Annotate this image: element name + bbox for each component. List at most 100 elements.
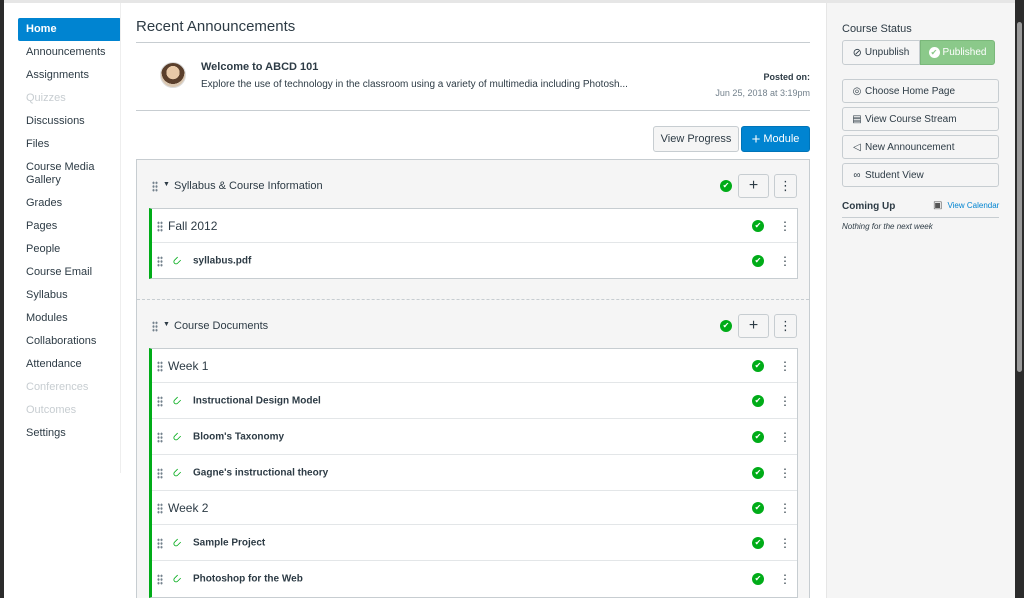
announcement-item[interactable]: Welcome to ABCD 101 Explore the use of t… [136,43,810,111]
scrollbar-thumb[interactable] [1017,22,1022,372]
add-item-button[interactable]: + [738,314,769,338]
add-item-button[interactable]: + [738,174,769,198]
module-item: ⊂ Gagne's instructional theory ✔ ⋮ [152,455,797,491]
module-header[interactable]: ▼ Course Documents ✔ + ⋮ [137,300,809,348]
module-syllabus-course-information: ▼ Syllabus & Course Information ✔ + ⋮ Fa… [137,160,809,279]
posted-on-label: Posted on: [763,72,811,82]
module-name[interactable]: Syllabus & Course Information [174,180,323,192]
nav-item-grades[interactable]: Grades [18,192,121,215]
view-progress-button[interactable]: View Progress [653,126,739,152]
item-menu-icon[interactable]: ⋮ [779,501,791,515]
new-announcement-label: New Announcement [865,141,955,153]
new-announcement-button[interactable]: ◁ New Announcement [842,135,999,159]
stream-icon: ▤ [852,113,862,125]
modules-list: ▼ Syllabus & Course Information ✔ + ⋮ Fa… [136,159,810,598]
subheader-label: Week 2 [168,500,209,515]
subheader-label: Week 1 [168,358,209,373]
drag-handle-icon[interactable] [157,395,163,407]
collapse-caret-icon[interactable]: ▼ [163,321,170,328]
item-link[interactable]: Bloom's Taxonomy [193,431,284,442]
nav-item-home[interactable]: Home [18,18,121,41]
nav-item-files[interactable]: Files [18,133,121,156]
module-settings-button[interactable]: ⋮ [774,174,797,198]
published-check-icon[interactable]: ✔ [752,430,764,443]
view-course-stream-button[interactable]: ▤ View Course Stream [842,107,999,131]
drag-handle-icon[interactable] [157,431,163,443]
item-menu-icon[interactable]: ⋮ [779,254,791,268]
module-settings-button[interactable]: ⋮ [774,314,797,338]
avatar[interactable] [160,62,186,88]
nav-item-discussions[interactable]: Discussions [18,110,121,133]
drag-handle-icon[interactable] [157,255,163,267]
nav-item-course-email[interactable]: Course Email [18,261,121,284]
drag-handle-icon[interactable] [152,181,158,192]
subheader-label: Fall 2012 [168,218,218,233]
nav-item-assignments[interactable]: Assignments [18,64,121,87]
item-link[interactable]: syllabus.pdf [193,255,251,266]
published-check-icon[interactable]: ✔ [752,573,764,585]
drag-handle-icon[interactable] [157,360,163,372]
plus-icon: + [751,130,761,148]
item-menu-icon[interactable]: ⋮ [779,394,791,408]
add-module-button[interactable]: + Module [741,126,810,152]
published-button[interactable]: ✔ Published [920,40,995,65]
coming-up-heading: Coming Up [842,201,896,212]
module-subheader: Week 1 ✔ ⋮ [152,349,797,383]
nav-item-outcomes[interactable]: Outcomes [18,399,121,422]
paperclip-icon: ⊂ [169,429,185,445]
drag-handle-icon[interactable] [157,467,163,479]
main-content: Recent Announcements Welcome to ABCD 101… [136,3,810,161]
drag-handle-icon[interactable] [157,502,163,514]
nav-item-syllabus[interactable]: Syllabus [18,284,121,307]
item-menu-icon[interactable]: ⋮ [779,359,791,373]
item-link[interactable]: Sample Project [193,537,265,548]
collapse-caret-icon[interactable]: ▼ [163,181,170,188]
student-view-button[interactable]: ∞ Student View [842,163,999,187]
item-menu-icon[interactable]: ⋮ [779,219,791,233]
nav-item-modules[interactable]: Modules [18,307,121,330]
published-check-icon[interactable]: ✔ [720,180,732,192]
item-link[interactable]: Instructional Design Model [193,395,321,406]
nav-item-quizzes[interactable]: Quizzes [18,87,121,110]
module-name[interactable]: Course Documents [174,320,268,332]
calendar-icon: ▣ [933,200,943,211]
nav-item-announcements[interactable]: Announcements [18,41,121,64]
module-subheader: Fall 2012 ✔ ⋮ [152,209,797,243]
paperclip-icon: ⊂ [169,465,185,481]
nav-item-attendance[interactable]: Attendance [18,353,121,376]
item-link[interactable]: Photoshop for the Web [193,574,303,585]
item-menu-icon[interactable]: ⋮ [779,466,791,480]
view-calendar-label: View Calendar [947,201,1000,210]
published-check-icon[interactable]: ✔ [752,219,764,232]
published-check-icon[interactable]: ✔ [752,394,764,407]
published-check-icon[interactable]: ✔ [752,359,764,372]
student-view-label: Student View [865,169,924,181]
window-scrollbar[interactable] [1015,0,1024,598]
drag-handle-icon[interactable] [157,574,163,585]
item-menu-icon[interactable]: ⋮ [779,430,791,444]
nav-item-conferences[interactable]: Conferences [18,376,121,399]
published-check-icon[interactable]: ✔ [752,254,764,267]
announcement-title[interactable]: Welcome to ABCD 101 [201,61,318,73]
drag-handle-icon[interactable] [152,321,158,332]
nav-item-pages[interactable]: Pages [18,215,121,238]
item-link[interactable]: Gagne's instructional theory [193,467,328,478]
drag-handle-icon[interactable] [157,537,163,549]
published-check-icon[interactable]: ✔ [720,320,732,332]
nav-item-settings[interactable]: Settings [18,422,121,445]
paperclip-icon: ⊂ [169,535,185,551]
published-check-icon[interactable]: ✔ [752,536,764,549]
item-menu-icon[interactable]: ⋮ [779,572,791,586]
nav-item-collaborations[interactable]: Collaborations [18,330,121,353]
nav-item-course-media-gallery[interactable]: Course Media Gallery [18,156,121,192]
unpublish-button[interactable]: ⊘ Unpublish [842,40,920,65]
choose-home-page-button[interactable]: ◎ Choose Home Page [842,79,999,103]
unpublish-label: Unpublish [864,47,910,58]
published-check-icon[interactable]: ✔ [752,466,764,479]
module-header[interactable]: ▼ Syllabus & Course Information ✔ + ⋮ [137,160,809,208]
view-calendar-link[interactable]: ▣ View Calendar [933,200,999,211]
published-check-icon[interactable]: ✔ [752,501,764,514]
item-menu-icon[interactable]: ⋮ [779,536,791,550]
nav-item-people[interactable]: People [18,238,121,261]
drag-handle-icon[interactable] [157,220,163,232]
